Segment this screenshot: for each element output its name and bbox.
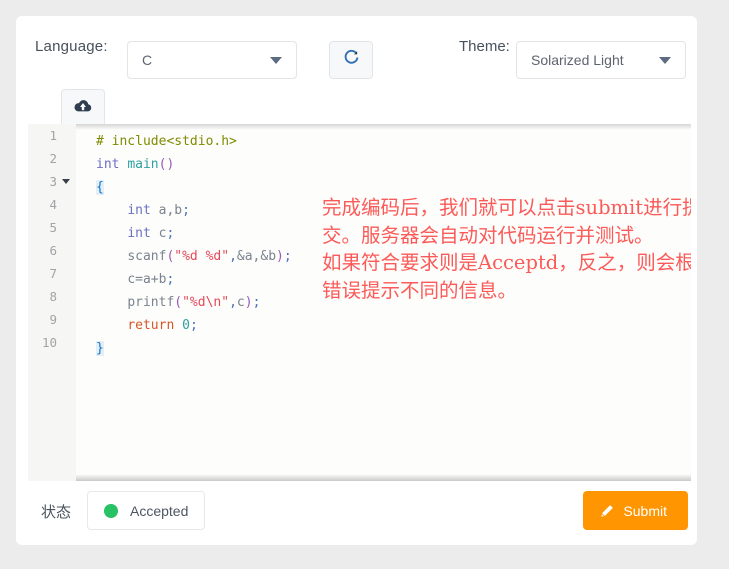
token-semicolon: ; <box>166 272 175 287</box>
line-number: 2 <box>49 151 57 166</box>
code-line: scanf("%d %d",&a,&b); <box>96 245 691 268</box>
token-semicolon: ; <box>283 249 292 264</box>
token-brace-matched: { <box>96 180 104 195</box>
code-line: } <box>96 337 691 360</box>
token-include: include<stdio.h> <box>103 134 237 149</box>
token-assignment: c=a+b <box>127 272 167 287</box>
refresh-icon <box>343 49 360 71</box>
token-semicolon: ; <box>182 203 190 218</box>
chevron-down-icon <box>659 56 671 64</box>
token-paren: ( <box>174 295 183 310</box>
status-badge: Accepted <box>87 491 206 530</box>
token-comma: , <box>229 249 237 264</box>
token-number: 0 <box>174 318 190 333</box>
theme-label: Theme: <box>459 38 510 55</box>
upload-button[interactable] <box>61 89 105 127</box>
chevron-down-icon <box>270 56 282 64</box>
code-line: return 0; <box>96 314 691 337</box>
submit-button[interactable]: Submit <box>583 491 688 530</box>
submit-button-label: Submit <box>623 502 667 519</box>
token-paren: ) <box>276 249 284 264</box>
token-preprocessor: # <box>96 134 104 149</box>
token-string: "%d\n" <box>182 295 230 310</box>
status-dot-icon <box>104 503 118 518</box>
token-variable: c <box>150 226 167 241</box>
line-number: 8 <box>49 289 57 304</box>
code-line: int a,b; <box>96 199 691 222</box>
theme-select-value: Solarized Light <box>531 52 624 68</box>
token-keyword: int <box>127 203 151 218</box>
token-paren: ) <box>244 295 253 310</box>
pencil-icon <box>600 504 614 518</box>
cloud-upload-icon <box>73 98 93 119</box>
theme-select[interactable]: Solarized Light <box>516 41 686 79</box>
code-line: c=a+b; <box>96 268 691 291</box>
line-number-gutter: 1 2 3 4 5 6 7 8 9 10 <box>28 124 76 481</box>
language-select[interactable]: C <box>127 41 297 79</box>
code-editor-card: Language: C Theme: Solarized Light 1 2 3… <box>16 16 697 545</box>
token-comma: , <box>229 295 237 310</box>
token-arguments: c <box>236 295 245 310</box>
token-semicolon: ; <box>252 295 261 310</box>
code-line: int c; <box>96 222 691 245</box>
line-number: 4 <box>49 197 57 212</box>
line-number: 10 <box>41 335 57 350</box>
code-line: int main() <box>96 153 691 176</box>
editor-toolbar: Language: C Theme: Solarized Light <box>16 16 697 127</box>
editor-footer: 状态 Accepted Submit <box>16 486 697 545</box>
line-number: 7 <box>49 266 57 281</box>
line-number-text: 3 <box>49 174 57 189</box>
language-label: Language: <box>35 38 108 55</box>
token-keyword: int <box>127 226 151 241</box>
token-semicolon: ; <box>189 318 198 333</box>
fold-arrow-icon[interactable] <box>62 179 70 184</box>
line-number: 9 <box>49 312 57 327</box>
status-badge-text: Accepted <box>130 502 189 519</box>
token-paren: ) <box>166 157 175 172</box>
line-number: 5 <box>49 220 57 235</box>
token-function-call: scanf <box>127 249 167 264</box>
token-function: main <box>127 157 159 172</box>
code-line: { <box>96 176 691 199</box>
status-label: 状态 <box>41 504 72 521</box>
token-keyword: int <box>96 157 120 172</box>
code-line: # include<stdio.h> <box>96 130 691 153</box>
token-arguments: &a,&b <box>236 249 277 264</box>
token-semicolon: ; <box>166 226 175 241</box>
line-number: 6 <box>49 243 57 258</box>
token-return: return <box>127 318 175 333</box>
line-number: 1 <box>49 128 57 143</box>
code-content[interactable]: # include<stdio.h> int main() { int a,b;… <box>76 124 691 360</box>
token-string: "%d %d" <box>174 249 230 264</box>
code-editor[interactable]: 1 2 3 4 5 6 7 8 9 10 # include<stdio.h> … <box>28 124 691 481</box>
token-function-call: printf <box>127 295 175 310</box>
code-line: printf("%d\n",c); <box>96 291 691 314</box>
refresh-button[interactable] <box>329 41 373 79</box>
line-number-with-fold[interactable]: 3 <box>28 170 76 193</box>
token-brace-matched: } <box>96 341 104 356</box>
language-select-value: C <box>142 52 153 68</box>
token-variable: a,b <box>150 203 183 218</box>
